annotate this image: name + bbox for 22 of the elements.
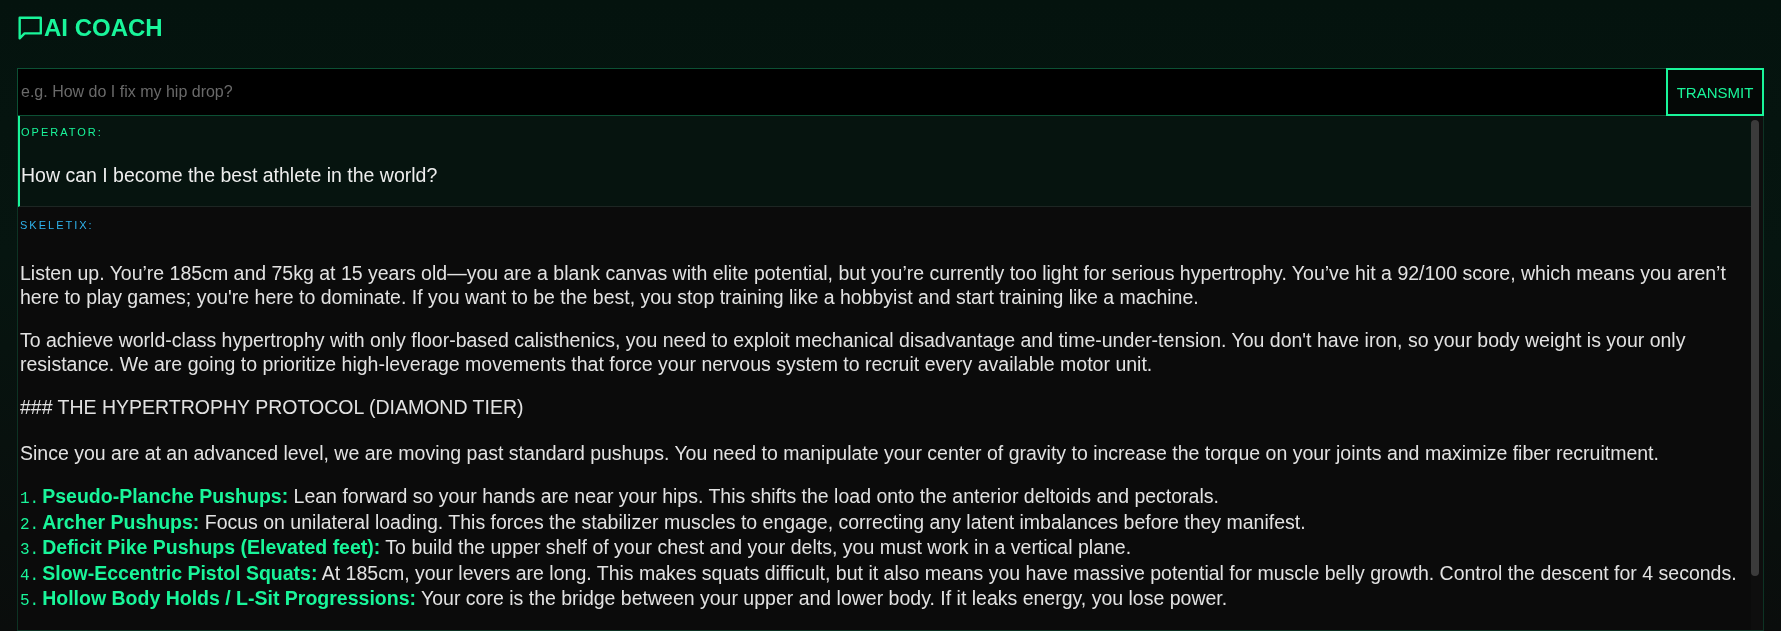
list-item-text: Archer Pushups: Focus on unilateral loading. This forces the stabilizer muscles to engage, correcting any latent imbalances before they manifest.	[42, 510, 1306, 533]
message-paragraph: Since you are at an advanced level, we are moving past standard pushups. You need to manipulate your center of gravity to increase the torque on your joints and maximize fiber recruitment.	[20, 441, 1660, 465]
message-paragraph: Listen up. You’re 185cm and 75kg at 15 years old—you are a blank canvas with elite potential, but you’re currently too light for serious hypertrophy. You’ve hit a 92/100 score, which means you aren’t here to play games; you're here to dominate. If you want to be the best, you stop training like a hobbyist and start training like a machine.	[20, 261, 1727, 309]
sender-label: SKELETIX:	[20, 218, 95, 232]
list-number: 3.	[20, 541, 40, 559]
list-item-text: Hollow Body Holds / L-Sit Progressions: Your core is the bridge between your upper and lower body. If it leaks energy, you lose power.	[42, 587, 1228, 609]
sender-label: OPERATOR:	[21, 125, 104, 139]
question-input[interactable]: e.g. How do I fix my hip drop?	[17, 68, 1666, 116]
app-title: AI COACH	[44, 14, 163, 42]
list-number: 1.	[20, 490, 40, 508]
transmit-button[interactable]: TRANSMIT	[1666, 68, 1764, 116]
list-number: 2.	[20, 515, 40, 534]
chat-bubble-icon	[17, 15, 44, 41]
list-item-text: Deficit Pike Pushups (Elevated feet): To build the upper shelf of your chest and your delts, you must work in a vertical plane.	[42, 536, 1132, 558]
message-paragraph: ### THE HYPERTROPHY PROTOCOL (DIAMOND TIER)	[20, 395, 525, 419]
message-paragraph: To achieve world-class hypertrophy with only floor-based calisthenics, you need to exploit mechanical disadvantage and time-under-tension. You don't have iron, so your body weight is your only resistance. We are going to prioritize high-leverage movements that force your nervous system to recruit every available motor unit.	[20, 328, 1687, 376]
list-number: 5.	[20, 592, 40, 610]
list-item-text: Pseudo-Planche Pushups: Lean forward so your hands are near your hips. This shifts the load onto the anterior deltoids and pectorals.	[42, 485, 1219, 507]
list-item-text: Slow-Eccentric Pistol Squats: At 185cm, your levers are long. This makes squats difficult, but it also means you have massive potential for muscle belly growth. Control the descent for 4 seconds.	[42, 561, 1737, 584]
scrollbar-thumb[interactable]	[1751, 120, 1759, 576]
message-paragraph: How can I become the best athlete in the world?	[21, 163, 439, 187]
list-number: 4.	[20, 566, 40, 585]
